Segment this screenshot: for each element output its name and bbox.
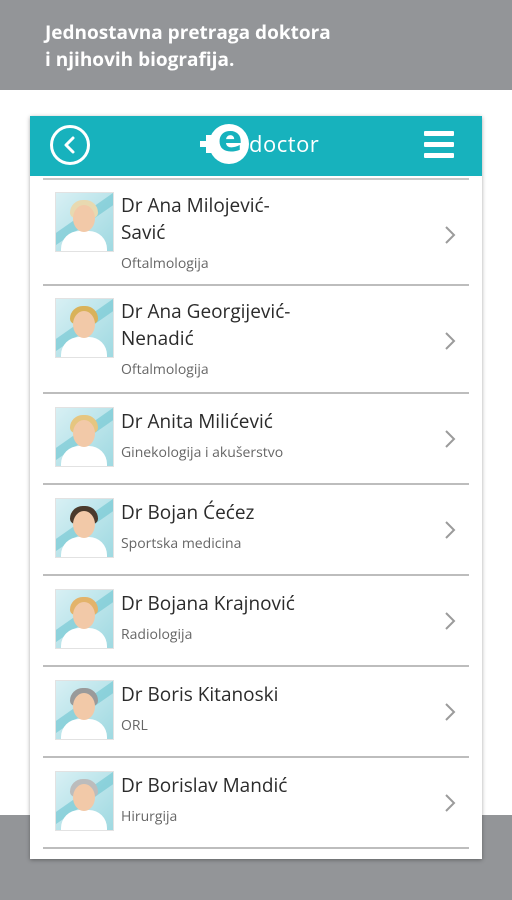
promo-line-2: i njihovih biografija. — [45, 46, 235, 72]
doctor-avatar — [55, 680, 114, 740]
doctor-avatar — [55, 589, 114, 649]
doctor-specialty: Ginekologija i akušerstvo — [121, 443, 284, 462]
chevron-right-icon — [445, 794, 456, 812]
doctor-name-line-1: Dr Borislav Mandić — [121, 772, 288, 798]
promo-line-1: Jednostavna pretraga doktora — [45, 19, 331, 45]
doctor-name-line-2: Savić — [121, 219, 166, 245]
doctor-name-line-1: Dr Ana Georgijević- — [121, 298, 291, 324]
doctor-avatar — [55, 298, 114, 358]
chevron-right-icon — [445, 703, 456, 721]
doctor-name-line-1: Dr Anita Milićević — [121, 408, 273, 434]
doctor-list-item[interactable]: Dr Ana Milojević- Savić Oftalmologija — [43, 178, 469, 286]
doctor-specialty: Oftalmologija — [121, 360, 209, 379]
doctor-name: Dr Boris Kitanoski — [121, 681, 331, 708]
promo-banner: Jednostavna pretraga doktora i njihovih … — [0, 0, 512, 90]
doctor-list-item[interactable]: Dr Boris Kitanoski ORL — [43, 667, 469, 758]
doctor-specialty: Oftalmologija — [121, 254, 209, 273]
doctor-name: Dr Borislav Mandić — [121, 772, 331, 799]
doctor-list-item[interactable]: Dr Borislav Mandić Hirurgija — [43, 758, 469, 849]
doctor-specialty: Hirurgija — [121, 807, 178, 826]
doctor-name: Dr Anita Milićević — [121, 408, 331, 435]
chevron-left-icon — [64, 136, 75, 154]
doctor-name-line-1: Dr Bojan Ćećez — [121, 499, 255, 525]
hamburger-icon — [424, 131, 454, 136]
doctor-specialty: Radiologija — [121, 625, 193, 644]
app-screen: e doctor Dr Ana Milojević- Savić Oftalmolo… — [30, 116, 482, 859]
chevron-right-icon — [445, 332, 456, 350]
logo-e: e — [218, 119, 243, 160]
doctor-avatar — [55, 771, 114, 831]
doctor-name-line-2: Nenadić — [121, 325, 194, 351]
doctor-avatar — [55, 192, 114, 252]
doctor-name: Dr Bojana Krajnović — [121, 590, 331, 617]
chevron-right-icon — [445, 612, 456, 630]
doctor-avatar — [55, 498, 114, 558]
doctor-name: Dr Bojan Ćećez — [121, 499, 331, 526]
doctor-name-line-1: Dr Bojana Krajnović — [121, 590, 295, 616]
app-header: e doctor — [30, 116, 482, 176]
doctor-name-line-1: Dr Ana Milojević- — [121, 192, 270, 218]
promo-text: Jednostavna pretraga doktora i njihovih … — [45, 19, 485, 73]
chevron-right-icon — [445, 226, 456, 244]
back-button[interactable] — [50, 125, 90, 165]
doctor-list-item[interactable]: Dr Ana Georgijević- Nenadić Oftalmologija — [43, 286, 469, 394]
doctor-name: Dr Ana Georgijević- Nenadić — [121, 298, 331, 352]
chevron-right-icon — [445, 430, 456, 448]
doctor-specialty: ORL — [121, 716, 148, 735]
doctor-specialty: Sportska medicina — [121, 534, 242, 553]
doctor-list-item[interactable]: Dr Bojana Krajnović Radiologija — [43, 576, 469, 667]
logo-text: doctor — [249, 129, 320, 159]
doctor-list-item[interactable]: Dr Anita Milićević Ginekologija i akušers… — [43, 394, 469, 485]
doctor-name-line-1: Dr Boris Kitanoski — [121, 681, 279, 707]
doctor-list-item[interactable]: Dr Bojan Ćećez Sportska medicina — [43, 485, 469, 576]
doctor-avatar — [55, 407, 114, 467]
doctor-list: Dr Ana Milojević- Savić Oftalmologija Dr An… — [43, 178, 469, 849]
edoctor-logo: e doctor — [200, 120, 340, 168]
menu-button[interactable] — [424, 131, 454, 159]
doctor-name: Dr Ana Milojević- Savić — [121, 192, 331, 246]
chevron-right-icon — [445, 521, 456, 539]
